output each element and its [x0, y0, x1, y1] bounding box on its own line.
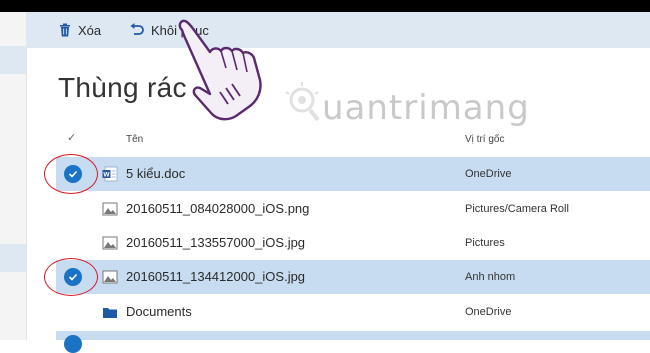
- annotation-circle: [44, 154, 98, 194]
- table-row[interactable]: [56, 331, 650, 353]
- folder-icon: [103, 308, 117, 318]
- file-location: OneDrive: [465, 168, 512, 180]
- delete-button[interactable]: Xóa: [58, 12, 101, 48]
- image-file-icon: [102, 236, 118, 250]
- file-location: Pictures: [465, 237, 505, 249]
- select-all-checkmark[interactable]: ✓: [67, 131, 76, 144]
- file-location: Anh nhom: [465, 271, 516, 283]
- left-navigation-pane: [0, 12, 27, 340]
- undo-arrow-icon: [130, 23, 144, 35]
- image-file-icon: [102, 270, 118, 284]
- table-row[interactable]: 20160511_134412000_iOS.jpg Anh nhom: [56, 260, 650, 294]
- image-file-icon: [102, 202, 118, 216]
- column-header-location[interactable]: Vị trí gốc: [465, 134, 504, 145]
- delete-label: Xóa: [78, 22, 102, 38]
- file-location: Pictures/Camera Roll: [465, 203, 569, 215]
- file-name[interactable]: 20160511_084028000_iOS.png: [126, 201, 309, 216]
- table-row[interactable]: W 5 kiểu.doc OneDrive: [56, 157, 650, 191]
- file-name[interactable]: 20160511_133557000_iOS.jpg: [126, 235, 305, 250]
- file-name[interactable]: 5 kiểu.doc: [126, 166, 185, 181]
- table-row[interactable]: 20160511_133557000_iOS.jpg Pictures: [56, 226, 650, 260]
- watermark-logo-icon: [285, 82, 320, 122]
- file-location: OneDrive: [465, 306, 512, 318]
- row-checkbox-checked[interactable]: [64, 335, 82, 353]
- watermark-text: uantrimang: [322, 88, 530, 128]
- table-row[interactable]: 20160511_084028000_iOS.png Pictures/Came…: [56, 192, 650, 226]
- file-name[interactable]: Documents: [126, 304, 192, 319]
- column-header-name[interactable]: Tên: [126, 134, 143, 145]
- nav-highlight: [0, 244, 26, 272]
- table-row[interactable]: Documents OneDrive: [56, 295, 650, 329]
- command-bar: Xóa Khôi phục: [26, 12, 650, 48]
- pointing-hand-icon: [178, 19, 262, 121]
- file-name[interactable]: 20160511_134412000_iOS.jpg: [126, 269, 305, 284]
- svg-text:W: W: [103, 172, 110, 179]
- top-black-bar: [0, 0, 650, 12]
- page-title: Thùng rác: [58, 72, 187, 103]
- word-doc-icon: W: [102, 166, 118, 182]
- nav-highlight: [0, 46, 26, 74]
- trash-icon: [60, 23, 70, 37]
- annotation-circle: [44, 258, 98, 296]
